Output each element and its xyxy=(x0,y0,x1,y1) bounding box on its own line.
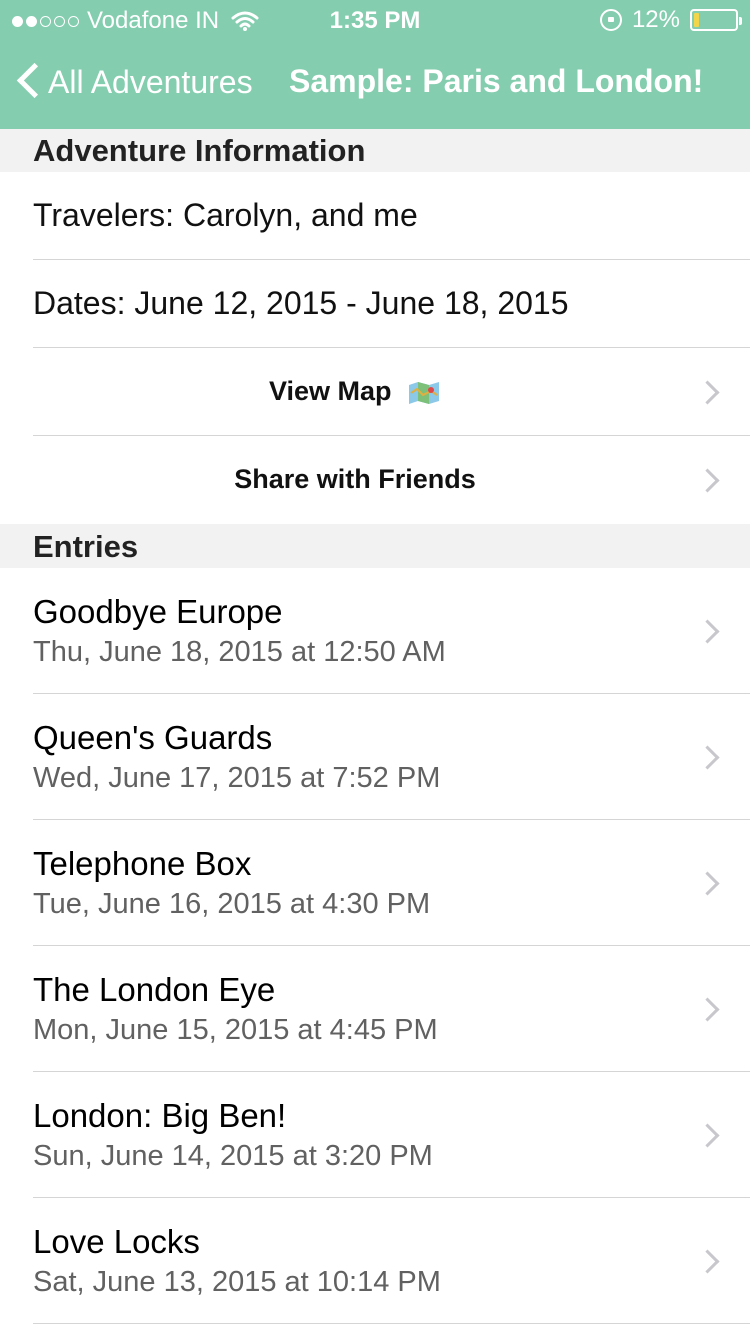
section-header-adventure-info: Adventure Information xyxy=(0,129,750,172)
view-map-row[interactable]: View Map xyxy=(0,348,750,436)
chevron-right-icon xyxy=(695,745,720,770)
battery-fill xyxy=(694,13,699,27)
chevron-right-icon xyxy=(695,997,720,1022)
view-map-label: View Map xyxy=(268,376,392,406)
entry-date: Sat, June 13, 2015 at 10:14 PM xyxy=(33,1266,441,1298)
navigation-bar: All Adventures Sample: Paris and London! xyxy=(0,40,750,129)
dates-row: Dates: June 12, 2015 - June 18, 2015 xyxy=(0,260,750,348)
battery-icon xyxy=(690,9,742,31)
chevron-right-icon xyxy=(695,1123,720,1148)
dates-text: Dates: June 12, 2015 - June 18, 2015 xyxy=(33,285,569,321)
entry-row[interactable]: Telephone Box Tue, June 16, 2015 at 4:30… xyxy=(0,820,750,945)
travelers-text: Travelers: Carolyn, and me xyxy=(33,197,418,233)
entry-title: Telephone Box xyxy=(33,845,252,882)
chevron-left-icon xyxy=(14,62,38,102)
status-bar: Vodafone IN 1:35 PM 12% xyxy=(0,0,750,40)
entry-date: Sun, June 14, 2015 at 3:20 PM xyxy=(33,1140,433,1172)
battery-nub xyxy=(739,17,742,25)
chevron-right-icon xyxy=(695,871,720,896)
entry-title: Queen's Guards xyxy=(33,719,273,756)
entry-date: Wed, June 17, 2015 at 7:52 PM xyxy=(33,762,441,794)
entry-date: Thu, June 18, 2015 at 12:50 AM xyxy=(33,636,446,668)
chevron-right-icon xyxy=(695,1249,720,1274)
chevron-right-icon xyxy=(695,619,720,644)
nav-title: Sample: Paris and London! xyxy=(289,63,704,99)
entry-title: Goodbye Europe xyxy=(33,593,283,630)
battery-percentage: 12% xyxy=(631,6,680,33)
entry-title: London: Big Ben! xyxy=(33,1097,287,1134)
entry-row[interactable]: Love Locks Sat, June 13, 2015 at 10:14 P… xyxy=(0,1198,750,1323)
map-icon xyxy=(409,381,440,404)
entry-date: Tue, June 16, 2015 at 4:30 PM xyxy=(33,888,431,920)
section-header-entries: Entries xyxy=(0,524,750,568)
back-button[interactable]: All Adventures xyxy=(14,62,253,102)
status-right: 12% xyxy=(599,6,742,34)
separator xyxy=(33,1323,750,1324)
back-label: All Adventures xyxy=(48,63,253,100)
rotation-lock-icon xyxy=(599,9,622,31)
entry-row[interactable]: Goodbye Europe Thu, June 18, 2015 at 12:… xyxy=(0,568,750,693)
view-map-button[interactable]: View Map xyxy=(0,376,710,407)
entry-date: Mon, June 15, 2015 at 4:45 PM xyxy=(33,1014,438,1046)
entry-row[interactable]: Queen's Guards Wed, June 17, 2015 at 7:5… xyxy=(0,694,750,819)
section-title: Entries xyxy=(33,529,139,564)
entry-title: Love Locks xyxy=(33,1223,200,1260)
entry-title: The London Eye xyxy=(33,971,276,1008)
travelers-row: Travelers: Carolyn, and me xyxy=(0,172,750,260)
entry-row[interactable]: London: Big Ben! Sun, June 14, 2015 at 3… xyxy=(0,1072,750,1197)
top-bar: Vodafone IN 1:35 PM 12% All Adventures S… xyxy=(0,0,750,129)
entry-row[interactable]: The London Eye Mon, June 15, 2015 at 4:4… xyxy=(0,946,750,1071)
share-button[interactable]: Share with Friends xyxy=(0,464,710,495)
share-row[interactable]: Share with Friends xyxy=(0,436,750,524)
section-title: Adventure Information xyxy=(33,133,366,168)
